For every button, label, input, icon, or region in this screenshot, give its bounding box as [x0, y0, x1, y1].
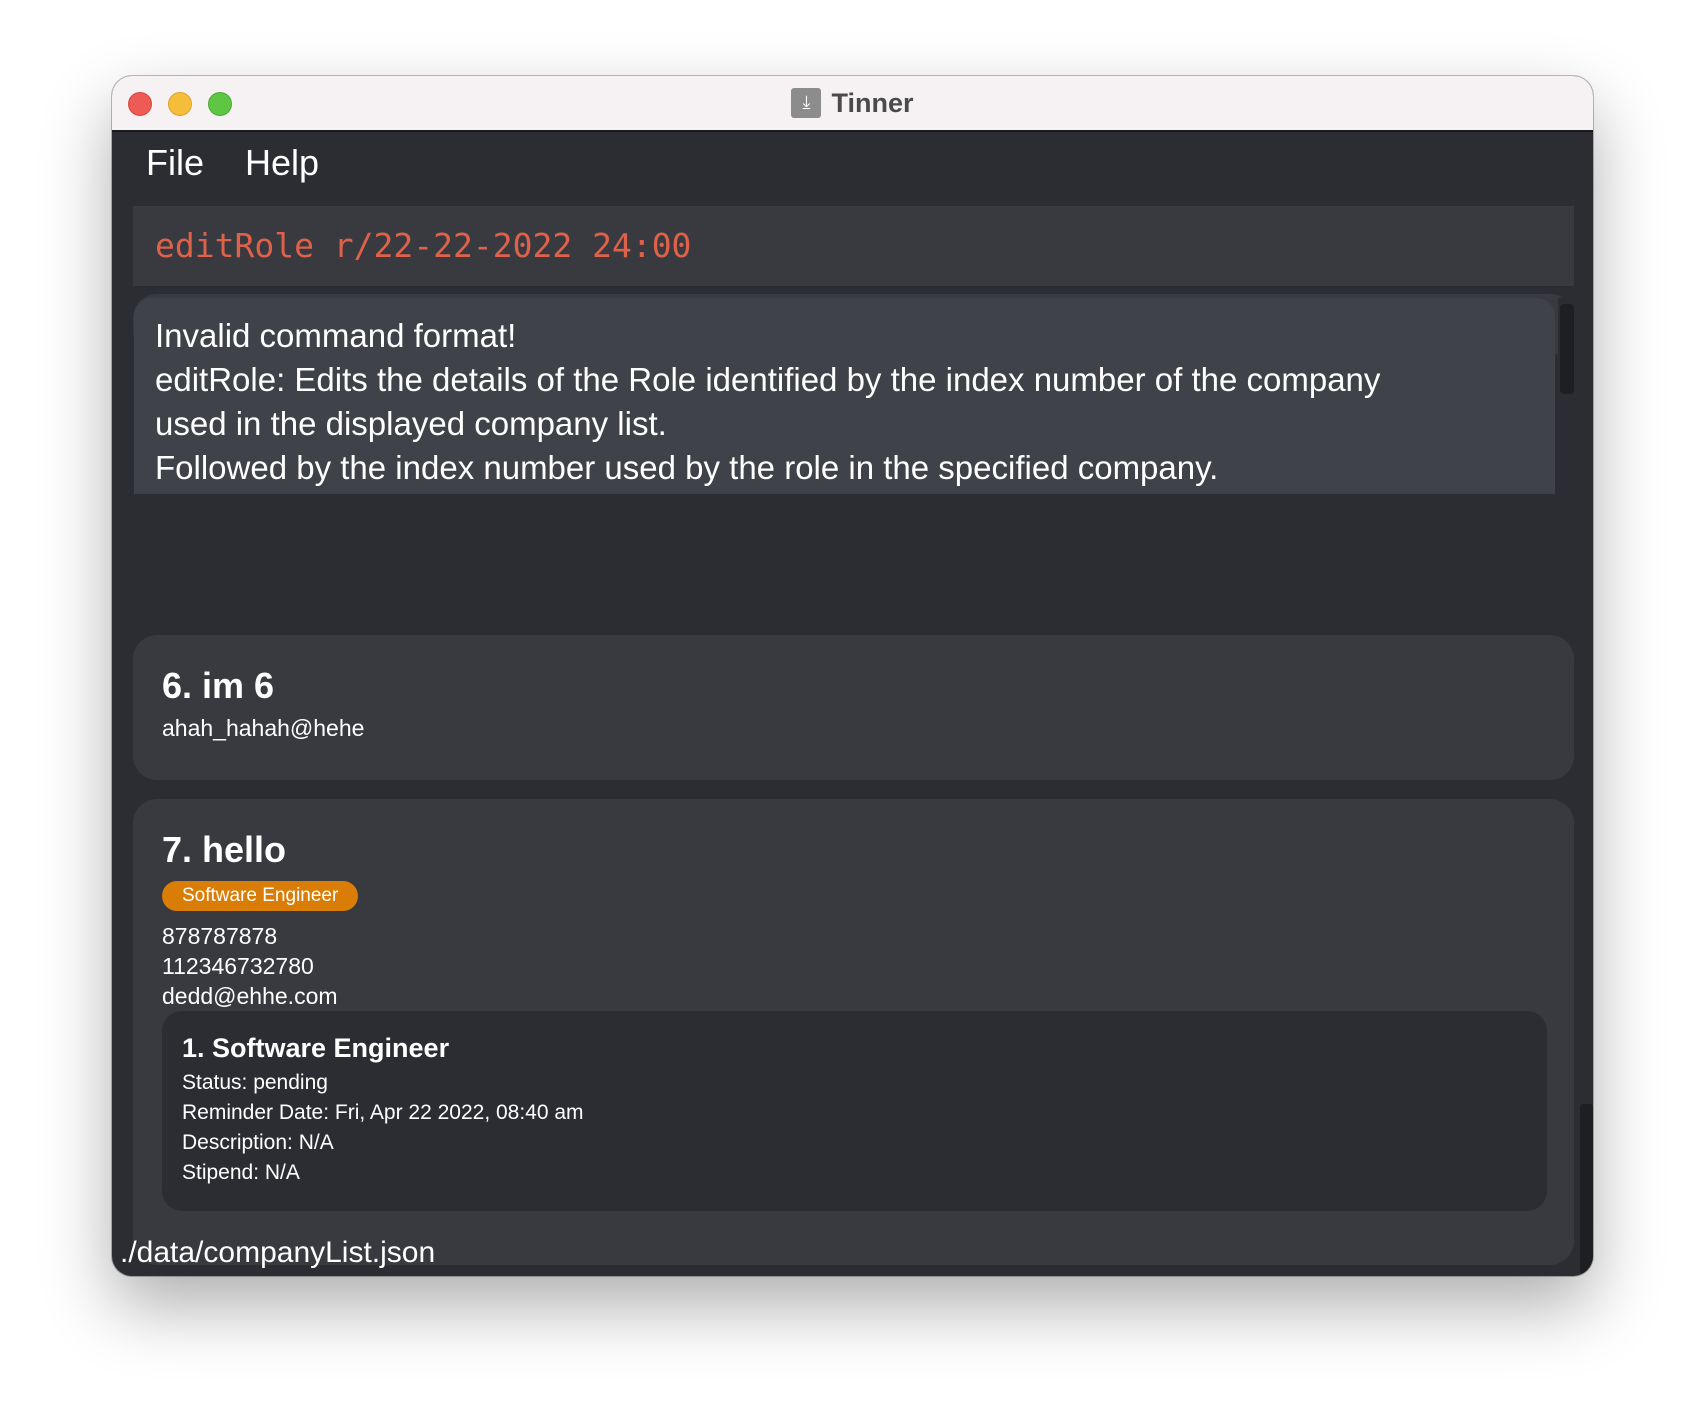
- role-reminder-date: Reminder Date: Fri, Apr 22 2022, 08:40 a…: [182, 1101, 584, 1124]
- result-line: used in the displayed company list.: [155, 405, 667, 442]
- result-scrollbar[interactable]: [1560, 304, 1574, 394]
- window-title-group: ⤓ Tinner: [112, 76, 1593, 130]
- result-line: editRole: Edits the details of the Role …: [155, 361, 1381, 398]
- company-email: ahah_hahah@hehe: [162, 715, 365, 741]
- command-input[interactable]: editRole r/22-22-2022 24:00: [133, 206, 1574, 286]
- role-tag: Software Engineer: [162, 881, 359, 911]
- company-card[interactable]: 7. hello Software Engineer 878787878 112…: [133, 799, 1574, 1265]
- company-name: 6. im 6: [162, 665, 275, 706]
- role-title: 1. Software Engineer: [182, 1033, 450, 1063]
- company-card[interactable]: 6. im 6 ahah_hahah@hehe: [133, 635, 1574, 780]
- role-description: Description: N/A: [182, 1131, 334, 1154]
- menu-file[interactable]: File: [146, 142, 204, 184]
- result-text: Invalid command format! editRole: Edits …: [155, 314, 1545, 490]
- app-icon: ⤓: [791, 88, 822, 118]
- role-stipend: Stipend: N/A: [182, 1161, 300, 1184]
- role-card[interactable]: 1. Software Engineer Status: pending Rem…: [162, 1011, 1547, 1211]
- menu-help[interactable]: Help: [245, 142, 319, 184]
- result-line: Followed by the index number used by the…: [155, 449, 1219, 486]
- result-line: Invalid command format!: [155, 317, 517, 354]
- app-window: ⤓ Tinner File Help editRole r/22-22-2022…: [112, 76, 1593, 1276]
- company-email: dedd@ehhe.com: [162, 983, 338, 1009]
- window-title: Tinner: [831, 87, 914, 118]
- company-phone: 878787878: [162, 923, 278, 949]
- role-status: Status: pending: [182, 1071, 328, 1094]
- company-name: 7. hello: [162, 829, 287, 870]
- result-display: Invalid command format! editRole: Edits …: [134, 298, 1555, 494]
- status-bar-path: ./data/companyList.json: [120, 1236, 436, 1269]
- title-bar: ⤓ Tinner: [112, 76, 1593, 132]
- menu-bar: File Help: [112, 132, 1593, 206]
- company-address: 112346732780: [162, 953, 314, 979]
- list-scrollbar[interactable]: [1580, 1104, 1593, 1274]
